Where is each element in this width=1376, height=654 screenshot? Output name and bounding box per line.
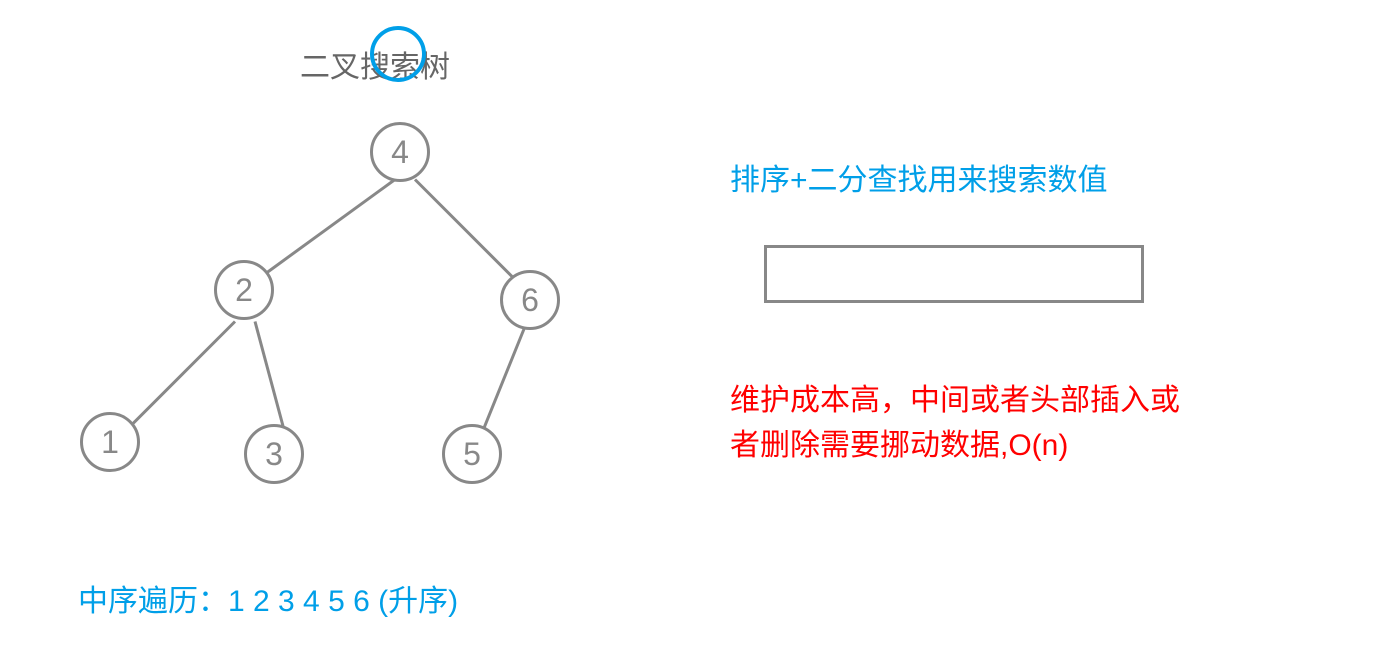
node-label: 3 [265,436,283,473]
array-rect [764,245,1144,303]
traversal-label: 中序遍历：1 2 3 4 5 6 (升序) [78,576,458,620]
tree-node-4: 4 [370,122,430,182]
tree-node-1: 1 [80,412,140,472]
highlight-circle [370,26,426,82]
edge-4-2 [253,178,396,283]
diagram-canvas: 二叉搜索树 4 2 6 1 3 5 中序遍历：1 2 3 4 5 6 (升序) … [0,0,1376,654]
tree-node-6: 6 [500,270,560,330]
node-label: 4 [391,134,409,171]
node-label: 2 [235,272,253,309]
tree-node-2: 2 [214,260,274,320]
right-blue-text: 排序+二分查找用来搜索数值 [730,155,1108,199]
node-label: 5 [463,436,481,473]
node-label: 6 [521,282,539,319]
node-label: 1 [101,424,119,461]
tree-node-3: 3 [244,424,304,484]
right-red-text: 维护成本高，中间或者头部插入或 者删除需要挪动数据,O(n) [730,378,1180,468]
tree-node-5: 5 [442,424,502,484]
